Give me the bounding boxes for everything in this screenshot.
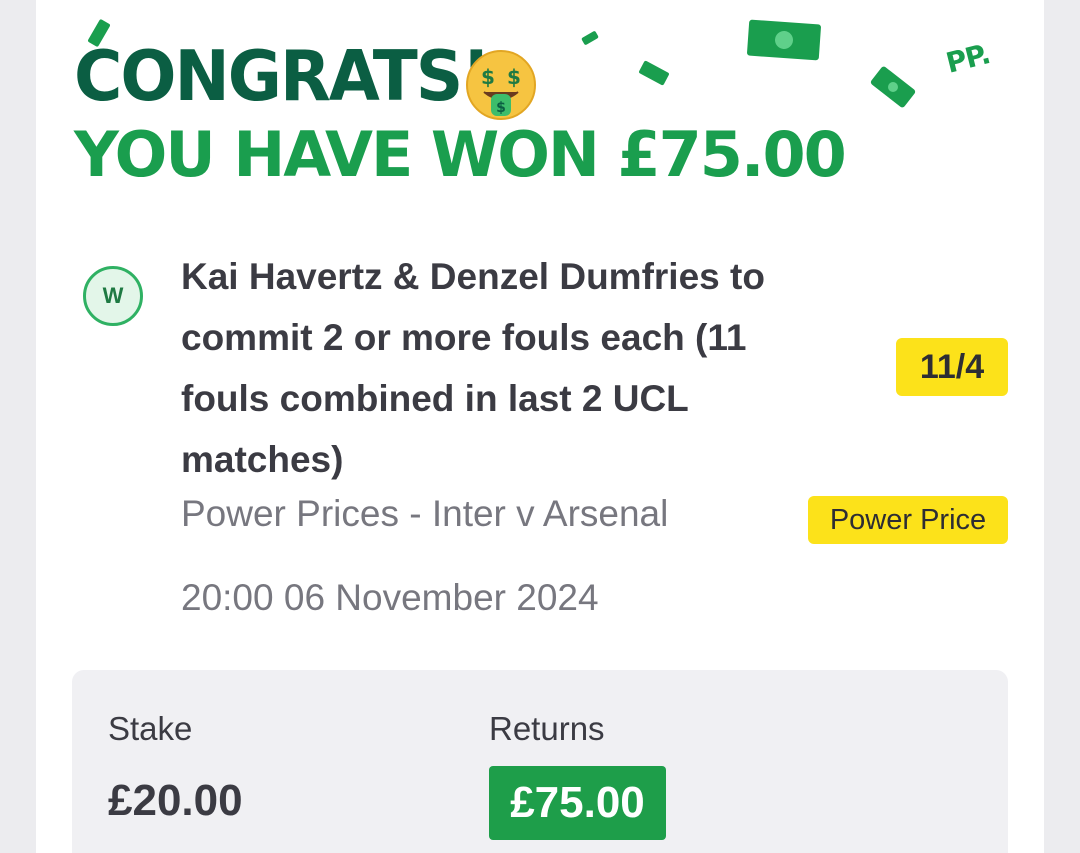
bet-card: PP. CONGRATS! $ $ $ YOU HAVE WON £75.00 … bbox=[36, 0, 1044, 853]
svg-text:$: $ bbox=[507, 65, 521, 89]
brand-logo: PP. bbox=[942, 37, 993, 80]
banknote-icon bbox=[870, 66, 916, 108]
bet-summary-panel: Stake £20.00 Returns £75.00 bbox=[72, 670, 1008, 853]
money-mouth-face-icon: $ $ $ bbox=[466, 50, 536, 120]
banknote-icon bbox=[639, 60, 669, 86]
banknote-icon bbox=[581, 31, 599, 45]
stake-value: £20.00 bbox=[108, 776, 243, 825]
market-name: Power Prices - Inter v Arsenal bbox=[181, 493, 669, 534]
svg-text:$: $ bbox=[496, 100, 506, 116]
event-datetime: 20:00 06 November 2024 bbox=[181, 577, 599, 618]
returns-label: Returns bbox=[489, 710, 605, 747]
banknote-icon bbox=[747, 19, 821, 61]
odds-badge: 11/4 bbox=[896, 338, 1008, 396]
stake-label: Stake bbox=[108, 710, 193, 747]
congrats-heading: CONGRATS! bbox=[74, 36, 491, 117]
svg-text:$: $ bbox=[481, 65, 495, 89]
returns-value: £75.00 bbox=[489, 766, 666, 840]
power-price-tag: Power Price bbox=[808, 496, 1008, 544]
selection-description: Kai Havertz & Denzel Dumfries to commit … bbox=[181, 256, 765, 480]
won-amount-heading: YOU HAVE WON £75.00 bbox=[74, 118, 847, 191]
win-status-badge: W bbox=[83, 266, 143, 326]
